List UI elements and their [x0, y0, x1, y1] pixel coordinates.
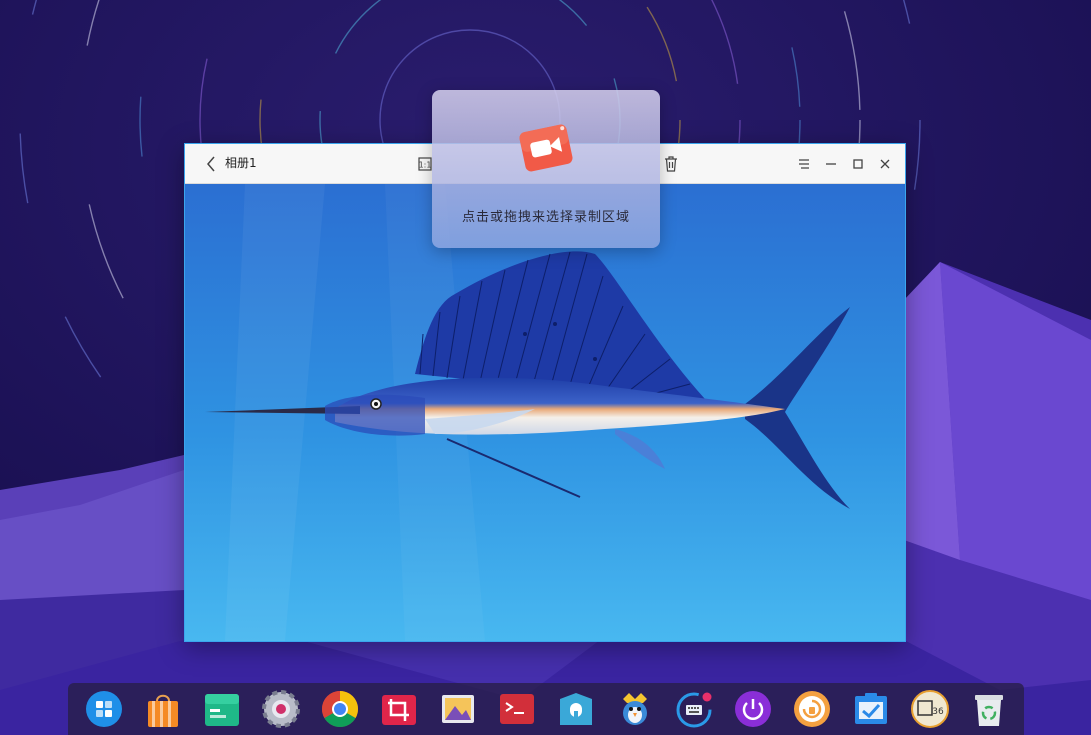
dock-onboard-keyboard[interactable] [674, 689, 714, 729]
svg-text:36: 36 [932, 707, 944, 717]
dock-app-store[interactable] [143, 689, 183, 729]
album-title: 相册1 [225, 156, 257, 170]
mascot-icon [623, 693, 647, 725]
dock-archive-manager[interactable] [556, 689, 596, 729]
app-store-icon [148, 694, 178, 727]
dock-launcher[interactable] [84, 689, 124, 729]
maximize-icon [853, 158, 863, 169]
sailfish-photo [185, 184, 905, 641]
onboard-keyboard-icon [676, 692, 712, 728]
dock-screenshot[interactable] [379, 689, 419, 729]
minimize-icon [826, 162, 836, 165]
screenshot-icon [382, 695, 416, 725]
dock-file-manager[interactable] [202, 689, 242, 729]
dock-mascot[interactable] [615, 689, 655, 729]
dock-image-viewer[interactable] [438, 689, 478, 729]
file-manager-icon [205, 694, 239, 726]
image-viewer-icon [442, 695, 474, 723]
recorder-hint-text: 点击或拖拽来选择录制区域 [461, 210, 630, 225]
backup-icon [794, 691, 830, 727]
back-button[interactable] [201, 144, 221, 183]
minimize-button[interactable] [822, 144, 840, 183]
dock-chrome[interactable] [320, 689, 360, 729]
task-manager-icon [855, 693, 887, 724]
archive-manager-icon [560, 693, 592, 725]
delete-button[interactable] [661, 144, 681, 183]
trash-icon [665, 155, 677, 172]
dock-terminal[interactable] [497, 689, 537, 729]
dock-trash[interactable] [969, 689, 1009, 729]
maximize-button[interactable] [849, 144, 867, 183]
dock: 36 [68, 683, 1024, 735]
chrome-browser-icon [321, 691, 359, 728]
close-button[interactable] [876, 144, 894, 183]
close-icon [880, 159, 890, 168]
fit-size-icon: 1:1 [418, 156, 432, 171]
trash-icon [975, 695, 1003, 726]
dock-power[interactable] [733, 689, 773, 729]
dock-settings[interactable] [261, 689, 301, 729]
chevron-left-icon [207, 156, 215, 171]
dock-backup[interactable] [792, 689, 832, 729]
dock-calendar[interactable]: 36 [910, 689, 950, 729]
dock-task-manager[interactable] [851, 689, 891, 729]
screen-recorder-popup[interactable]: 点击或拖拽来选择录制区域 [432, 90, 660, 248]
terminal-icon [500, 694, 534, 724]
hamburger-menu-icon [799, 158, 809, 169]
svg-text:1:1: 1:1 [419, 160, 432, 169]
menu-button[interactable] [795, 144, 813, 183]
power-icon [735, 691, 771, 727]
launcher-icon [86, 691, 122, 727]
settings-icon [262, 690, 300, 728]
calendar-icon: 36 [911, 690, 949, 728]
video-camera-icon [519, 124, 573, 172]
